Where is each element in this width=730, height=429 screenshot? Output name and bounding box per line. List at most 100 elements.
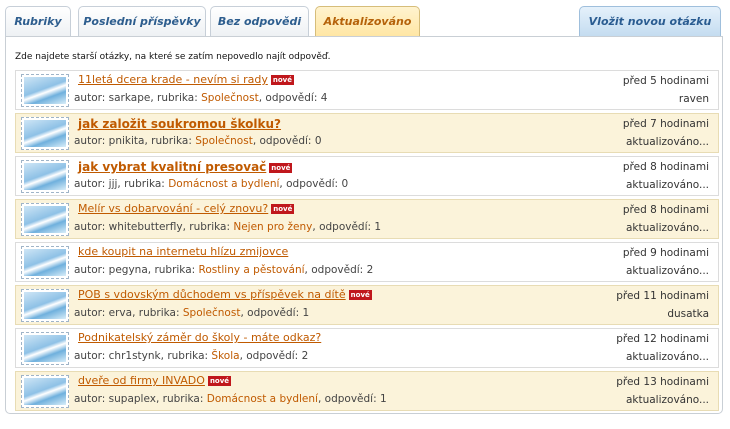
answers-count: 1 xyxy=(374,221,382,233)
answers-count: 2 xyxy=(366,264,374,276)
author-label: autor: xyxy=(74,307,106,319)
question-title-link[interactable]: Podnikatelský záměr do školy - máte odka… xyxy=(78,331,321,344)
category-label: rubrika: xyxy=(157,92,198,104)
author-label: autor: xyxy=(74,393,106,405)
stamp-image xyxy=(24,378,66,405)
question-title-text[interactable]: 11letá dcera krade - nevím si rady xyxy=(78,73,268,86)
category-label: rubrika: xyxy=(189,221,230,233)
question-thumbnail xyxy=(21,375,69,408)
question-row: POB s vdovským důchodem vs příspěvek na … xyxy=(15,285,719,325)
answers-count: 1 xyxy=(302,307,310,319)
question-time: před 8 hodinami xyxy=(622,161,709,173)
tab-latest-posts[interactable]: Poslední příspěvky xyxy=(78,6,206,36)
question-meta: autor: jjj, rubrika: Domácnost a bydlení… xyxy=(74,178,349,190)
question-row: jak založit soukromou školku? autor: pnik… xyxy=(15,113,719,153)
author-name: pegyna xyxy=(108,264,148,276)
tab-updated[interactable]: Aktualizováno xyxy=(315,6,420,37)
question-title-link[interactable]: Melír vs dobarvování - celý znovu? nové xyxy=(78,202,295,215)
question-title-text[interactable]: Melír vs dobarvování - celý znovu? xyxy=(78,202,268,215)
question-title-link[interactable]: kde koupit na internetu hlízu zmijovce xyxy=(78,245,288,258)
question-time: před 8 hodinami xyxy=(622,204,709,216)
answers-label: odpovědí: xyxy=(259,135,312,147)
question-time: před 9 hodinami xyxy=(622,247,709,259)
last-activity[interactable]: aktualizováno... xyxy=(626,351,709,363)
question-thumbnail xyxy=(21,246,69,279)
question-title-text[interactable]: Podnikatelský záměr do školy - máte odka… xyxy=(78,331,321,344)
question-title-link[interactable]: dveře od firmy INVADO nové xyxy=(78,374,232,387)
question-time: před 11 hodinami xyxy=(616,290,709,302)
answers-label: odpovědí: xyxy=(324,393,377,405)
author-name: jjj xyxy=(108,178,118,190)
question-title-link[interactable]: jak založit soukromou školku? xyxy=(78,117,281,131)
new-badge: nové xyxy=(269,163,293,173)
author-name: erva xyxy=(108,307,133,319)
new-badge: nové xyxy=(348,290,372,300)
answers-count: 0 xyxy=(341,178,349,190)
question-thumbnail xyxy=(21,203,69,236)
category-label: rubrika: xyxy=(138,307,180,319)
last-activity[interactable]: raven xyxy=(679,93,709,105)
question-time: před 13 hodinami xyxy=(616,376,709,388)
category-link[interactable]: Společnost xyxy=(201,92,259,104)
author-label: autor: xyxy=(74,221,106,233)
question-title-text[interactable]: jak založit soukromou školku? xyxy=(78,117,281,131)
category-link[interactable]: Rostliny a pěstování xyxy=(199,264,305,276)
answers-label: odpovědí: xyxy=(265,92,318,104)
last-activity[interactable]: aktualizováno... xyxy=(626,136,709,148)
question-title-link[interactable]: jak vybrat kvalitní presovač nové xyxy=(78,160,293,174)
answers-count: 0 xyxy=(314,135,322,147)
question-title-text[interactable]: kde koupit na internetu hlízu zmijovce xyxy=(78,245,288,258)
category-link[interactable]: Společnost xyxy=(195,135,253,147)
category-link[interactable]: Škola xyxy=(211,350,239,362)
last-activity[interactable]: aktualizováno... xyxy=(626,265,709,277)
author-name: pnikita xyxy=(108,135,145,147)
last-activity[interactable]: dusatka xyxy=(667,308,709,320)
answers-label: odpovědí: xyxy=(319,221,372,233)
category-label: rubrika: xyxy=(124,178,165,190)
question-row: Podnikatelský záměr do školy - máte odka… xyxy=(15,328,719,368)
answers-label: odpovědí: xyxy=(247,307,300,319)
category-link[interactable]: Domácnost a bydlení xyxy=(168,178,279,190)
question-row: 11letá dcera krade - nevím si rady nové au… xyxy=(15,70,719,110)
question-title-link[interactable]: 11letá dcera krade - nevím si rady nové xyxy=(78,73,294,86)
question-meta: autor: whitebutterfly, rubrika: Nejen pr… xyxy=(74,221,382,233)
question-title-link[interactable]: POB s vdovským důchodem vs příspěvek na … xyxy=(78,288,372,301)
category-link[interactable]: Společnost xyxy=(183,307,241,319)
stamp-image xyxy=(24,335,66,362)
tab-rubriky[interactable]: Rubriky xyxy=(5,6,71,36)
last-activity[interactable]: aktualizováno... xyxy=(626,179,709,191)
intro-text: Zde najdete starší otázky, na které se z… xyxy=(15,52,331,62)
answers-label: odpovědí: xyxy=(286,178,339,190)
new-badge: nové xyxy=(207,376,232,386)
question-meta: autor: pegyna, rubrika: Rostliny a pěsto… xyxy=(74,264,374,276)
questions-panel: Zde najdete starší otázky, na které se z… xyxy=(5,36,723,414)
question-title-text[interactable]: POB s vdovským důchodem vs příspěvek na … xyxy=(78,288,346,301)
question-title-text[interactable]: dveře od firmy INVADO xyxy=(78,374,205,387)
last-activity[interactable]: aktualizováno... xyxy=(626,394,709,406)
answers-count: 4 xyxy=(320,92,328,104)
last-activity[interactable]: aktualizováno... xyxy=(626,222,709,234)
author-name: chr1stynk xyxy=(108,350,161,362)
tab-unanswered[interactable]: Bez odpovědi xyxy=(210,6,309,36)
answers-label: odpovědí: xyxy=(246,350,299,362)
stamp-image xyxy=(24,163,66,190)
author-label: autor: xyxy=(74,178,106,190)
new-badge: nové xyxy=(271,204,295,214)
question-thumbnail xyxy=(21,74,69,107)
category-link[interactable]: Nejen pro ženy xyxy=(233,221,312,233)
category-link[interactable]: Domácnost a bydlení xyxy=(207,393,318,405)
question-title-text[interactable]: jak vybrat kvalitní presovač xyxy=(78,160,266,174)
question-row: kde koupit na internetu hlízu zmijovce au… xyxy=(15,242,719,282)
question-time: před 5 hodinami xyxy=(622,75,709,87)
stamp-image xyxy=(24,249,66,276)
category-label: rubrika: xyxy=(162,393,204,405)
question-thumbnail xyxy=(21,332,69,365)
answers-count: 2 xyxy=(301,350,309,362)
stamp-image xyxy=(24,206,66,233)
answers-count: 1 xyxy=(379,393,387,405)
ask-question-button[interactable]: Vložit novou otázku xyxy=(579,6,721,36)
category-label: rubrika: xyxy=(151,135,192,147)
new-badge: nové xyxy=(270,75,294,85)
question-row: Melír vs dobarvování - celý znovu? nové au… xyxy=(15,199,719,239)
question-time: před 7 hodinami xyxy=(622,118,709,130)
